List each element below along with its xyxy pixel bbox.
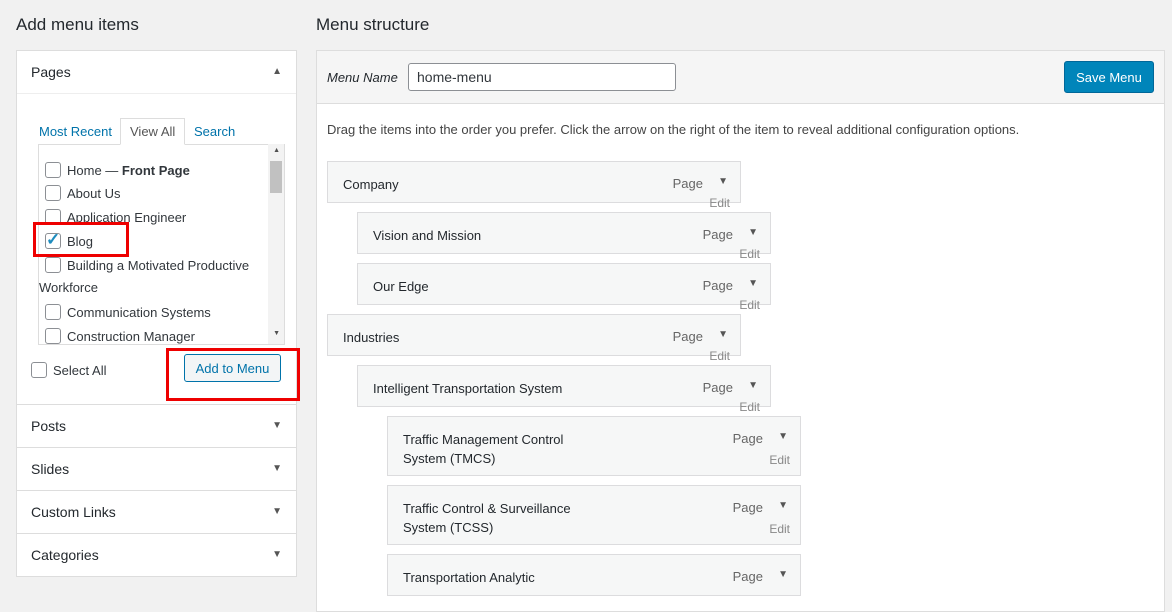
menu-item-title: Traffic Control & Surveillance System (TC…: [403, 501, 571, 535]
page-item-home[interactable]: Home — Front Page: [45, 162, 190, 178]
checkbox[interactable]: [45, 162, 61, 178]
scroll-down-icon[interactable]: ▼: [273, 330, 280, 337]
triangle-down-icon: ▼: [272, 463, 282, 474]
menu-item-title: Vision and Mission: [373, 228, 482, 243]
page-item-building-workforce[interactable]: Building a Motivated Productive: [45, 257, 249, 273]
menu-header: Menu Name Save Menu: [317, 51, 1164, 104]
menu-structure-heading: Menu structure: [316, 15, 430, 34]
checkbox[interactable]: [45, 328, 61, 344]
page-item-building-workforce-wrap: Workforce: [39, 280, 98, 295]
menu-item-transportation-analytic[interactable]: Transportation Analytic Page ▼: [387, 554, 801, 596]
triangle-down-icon[interactable]: ▼: [718, 176, 728, 187]
menu-item-type: Page: [672, 176, 703, 191]
triangle-down-icon: ▼: [272, 506, 282, 517]
add-menu-items-accordion: Pages ▲ Most Recent View All Search Home…: [16, 50, 297, 577]
highlight-box-add-to-menu: [166, 348, 300, 401]
menu-item-title: Industries: [343, 330, 400, 345]
select-all[interactable]: Select All: [31, 362, 106, 378]
save-menu-button[interactable]: Save Menu: [1064, 61, 1154, 93]
select-all-checkbox[interactable]: [31, 362, 47, 378]
menu-item-type: Page: [672, 329, 703, 344]
menu-item-traffic-control-surveillance[interactable]: Traffic Control & Surveillance System (TC…: [387, 485, 801, 545]
menu-item-edit-link[interactable]: Edit: [769, 522, 790, 536]
accordion-custom-links-header[interactable]: Custom Links ▼: [17, 490, 296, 533]
triangle-down-icon: ▼: [272, 549, 282, 560]
menu-item-company[interactable]: Company Page ▼ Edit: [327, 161, 741, 210]
pages-tabs: Most Recent View All Search: [38, 118, 283, 145]
page-item-communication-systems[interactable]: Communication Systems: [45, 304, 211, 320]
menu-item-edit-link[interactable]: Edit: [739, 298, 760, 312]
menu-item-title: Transportation Analytic: [403, 570, 535, 585]
menu-item-edit-link[interactable]: Edit: [709, 196, 730, 210]
triangle-down-icon[interactable]: ▼: [748, 380, 758, 391]
menu-item-type: Page: [702, 278, 733, 293]
menu-item-type: Page: [732, 569, 763, 584]
accordion-pages-title: Pages: [31, 64, 71, 80]
menu-item-type: Page: [702, 227, 733, 242]
triangle-down-icon: ▼: [272, 420, 282, 431]
triangle-down-icon[interactable]: ▼: [718, 329, 728, 340]
triangle-down-icon[interactable]: ▼: [748, 278, 758, 289]
accordion-posts-header[interactable]: Posts ▼: [17, 404, 296, 447]
menu-item-edit-link[interactable]: Edit: [769, 453, 790, 467]
tab-view-all[interactable]: View All: [120, 118, 186, 145]
highlight-box-blog: [33, 222, 129, 257]
tab-search[interactable]: Search: [194, 124, 235, 139]
menu-item-title: Intelligent Transportation System: [373, 381, 563, 396]
scrollbar-thumb[interactable]: [270, 161, 282, 193]
menu-item-type: Page: [732, 500, 763, 515]
checkbox[interactable]: [45, 304, 61, 320]
accordion-pages-header[interactable]: Pages ▲: [17, 51, 296, 93]
triangle-down-icon[interactable]: ▼: [778, 569, 788, 580]
menu-item-title: Our Edge: [373, 279, 429, 294]
menu-item-title: Company: [343, 177, 399, 192]
menu-item-edit-link[interactable]: Edit: [739, 247, 760, 261]
menu-item-intelligent-transportation-system[interactable]: Intelligent Transportation System Page ▼…: [357, 365, 771, 414]
menu-item-type: Page: [702, 380, 733, 395]
accordion-slides-header[interactable]: Slides ▼: [17, 447, 296, 490]
menu-item-our-edge[interactable]: Our Edge Page ▼ Edit: [357, 263, 771, 312]
menu-structure-panel: Menu Name Save Menu Drag the items into …: [316, 50, 1165, 612]
page-item-construction-manager[interactable]: Construction Manager: [45, 328, 195, 344]
menu-item-industries[interactable]: Industries Page ▼ Edit: [327, 314, 741, 363]
triangle-up-icon: ▲: [272, 66, 282, 77]
triangle-down-icon[interactable]: ▼: [748, 227, 758, 238]
triangle-down-icon[interactable]: ▼: [778, 431, 788, 442]
triangle-down-icon[interactable]: ▼: [778, 500, 788, 511]
menu-item-type: Page: [732, 431, 763, 446]
menu-item-edit-link[interactable]: Edit: [739, 400, 760, 414]
add-menu-items-heading: Add menu items: [16, 15, 139, 34]
menu-name-input[interactable]: [408, 63, 676, 91]
menu-item-title: Traffic Management Control System (TMCS): [403, 432, 564, 466]
accordion-categories-header[interactable]: Categories ▼: [17, 533, 296, 576]
menu-instructions: Drag the items into the order you prefer…: [327, 122, 1020, 137]
page-item-about-us[interactable]: About Us: [45, 185, 120, 201]
checkbox[interactable]: [45, 257, 61, 273]
menu-item-vision-and-mission[interactable]: Vision and Mission Page ▼ Edit: [357, 212, 771, 261]
scroll-up-icon[interactable]: ▲: [273, 147, 280, 154]
checkbox[interactable]: [45, 185, 61, 201]
menu-item-traffic-management-control[interactable]: Traffic Management Control System (TMCS) …: [387, 416, 801, 476]
menu-item-edit-link[interactable]: Edit: [709, 349, 730, 363]
scrollbar[interactable]: ▲ ▼: [268, 144, 284, 344]
tab-most-recent[interactable]: Most Recent: [39, 124, 112, 139]
menu-name-label: Menu Name: [327, 70, 398, 85]
